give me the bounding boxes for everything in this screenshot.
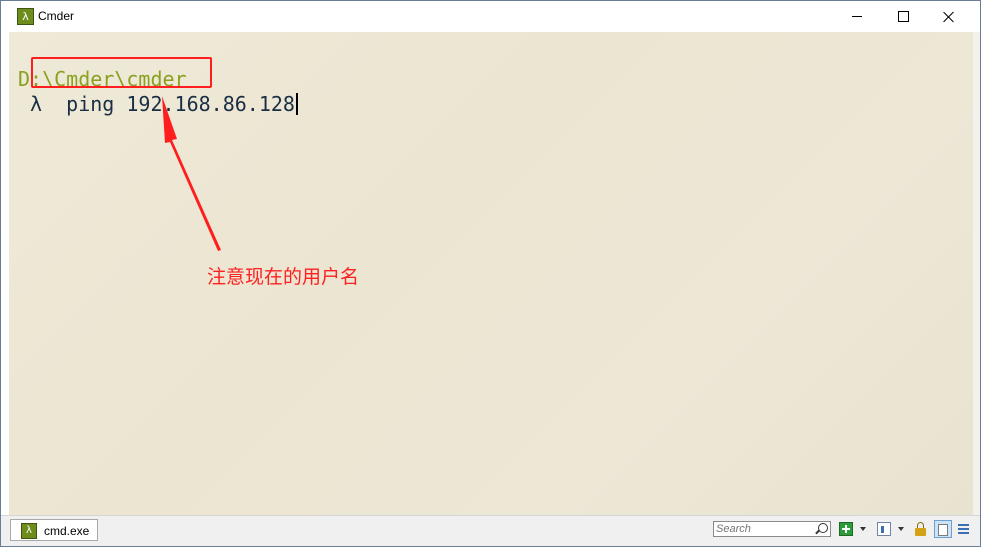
title-bar[interactable]: λ Cmder (1, 1, 980, 32)
panel-icon[interactable] (934, 520, 952, 538)
lock-icon[interactable] (914, 522, 928, 536)
chevron-down-icon[interactable] (898, 527, 904, 531)
arrow-shape (162, 96, 221, 251)
tab-cmd[interactable]: λ cmd.exe (10, 519, 98, 541)
chevron-down-icon[interactable] (860, 527, 866, 531)
annotation-arrow (162, 96, 221, 251)
minimize-icon (852, 16, 862, 17)
status-bar: λ cmd.exe (1, 515, 980, 546)
menu-icon[interactable] (958, 522, 970, 536)
split-view-icon[interactable] (877, 522, 891, 536)
tab-label: cmd.exe (44, 524, 90, 538)
close-icon (943, 11, 955, 23)
lock-body (915, 528, 926, 536)
scrollbar[interactable] (973, 32, 980, 515)
search-input[interactable] (713, 521, 831, 537)
search-icon[interactable] (818, 523, 828, 533)
window-title: Cmder (38, 9, 75, 23)
annotation-text: 注意现在的用户名 (207, 267, 360, 288)
maximize-button[interactable] (880, 1, 926, 32)
new-console-icon[interactable] (839, 522, 853, 536)
menu-line (958, 528, 969, 530)
lambda-icon: λ (17, 8, 34, 25)
menu-line (958, 524, 969, 526)
minimize-button[interactable] (834, 1, 880, 32)
maximize-icon (897, 11, 909, 22)
console-area[interactable]: D:\Cmder\cmder λ ping 192.168.86.128 注意现… (9, 32, 973, 515)
cmder-window: λ Cmder D:\Cmder\cmder λ ping 192.168.86… (0, 0, 981, 547)
menu-line (958, 532, 969, 534)
lambda-icon: λ (21, 523, 37, 539)
close-button[interactable] (926, 1, 972, 32)
